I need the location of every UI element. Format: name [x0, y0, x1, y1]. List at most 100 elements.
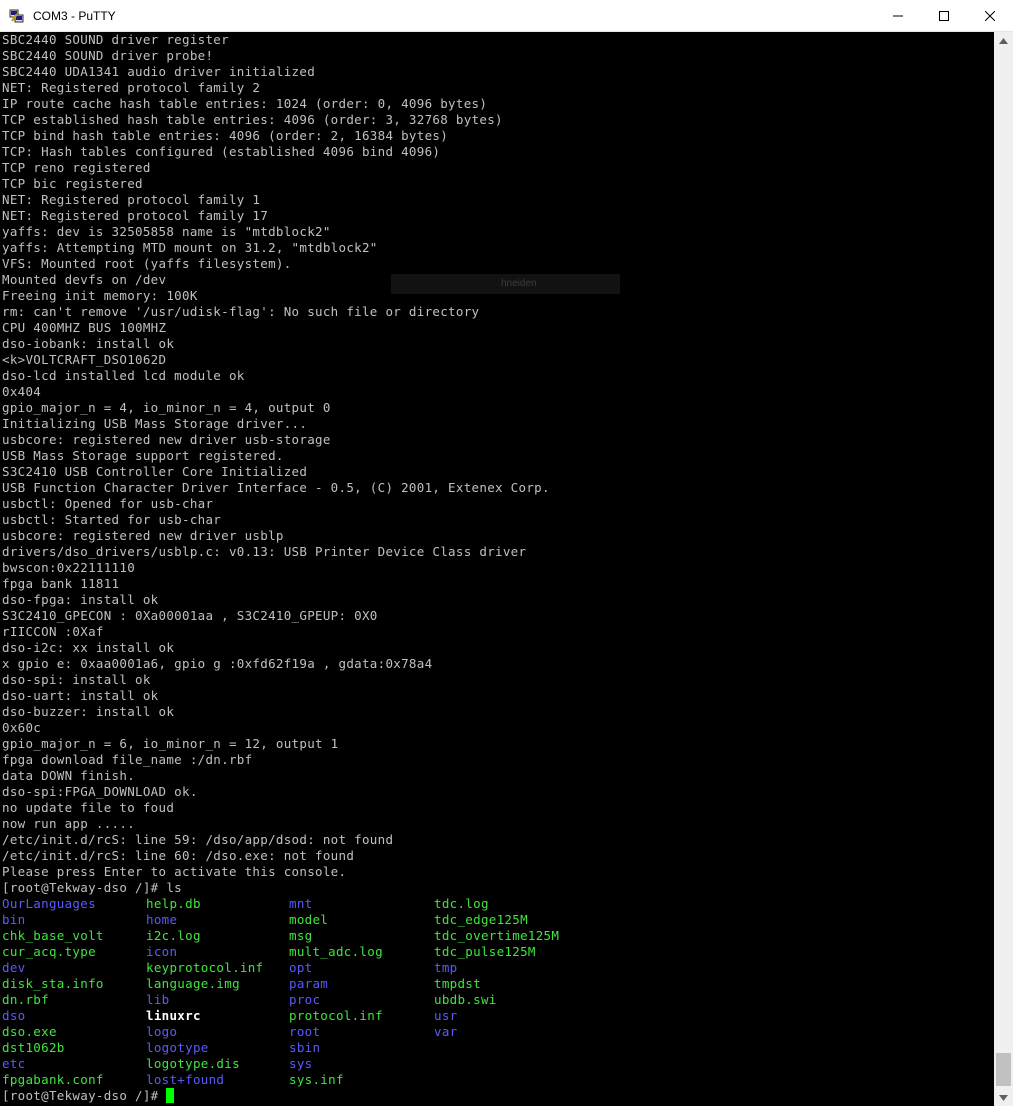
- ls-row: chk_base_volt i2c.log msg tdc_overtime125M: [2, 928, 994, 944]
- terminal-line: Initializing USB Mass Storage driver...: [2, 416, 308, 431]
- ls-entry: tdc_overtime125M: [434, 928, 560, 943]
- terminal-line: dso-fpga: install ok: [2, 592, 159, 607]
- ls-entry: dev: [2, 960, 26, 975]
- arrow-up-icon: [999, 37, 1008, 44]
- terminal-output[interactable]: SBC2440 SOUND driver register SBC2440 SOU…: [2, 32, 994, 1106]
- ls-row: dso linuxrc protocol.inf usr: [2, 1008, 994, 1024]
- maximize-icon: [939, 10, 949, 21]
- ls-entry: logotype: [146, 1040, 209, 1055]
- scroll-down-button[interactable]: [994, 1089, 1013, 1106]
- scroll-thumb[interactable]: [996, 1053, 1011, 1086]
- terminal-line: data DOWN finish.: [2, 768, 136, 783]
- ls-entry: mnt: [289, 896, 313, 911]
- ls-entry: keyprotocol.inf: [146, 960, 264, 975]
- ls-entry: param: [289, 976, 329, 991]
- terminal-line: now run app .....: [2, 816, 136, 831]
- terminal-line: dso-spi:FPGA_DOWNLOAD ok.: [2, 784, 198, 799]
- terminal-line: gpio_major_n = 6, io_minor_n = 12, outpu…: [2, 736, 339, 751]
- terminal-line: usbctl: Opened for usb-char: [2, 496, 214, 511]
- terminal-line: CPU 400MHZ BUS 100MHZ: [2, 320, 167, 335]
- terminal-line: fpga bank 11811: [2, 576, 120, 591]
- terminal-line: SBC2440 UDA1341 audio driver initialized: [2, 64, 316, 79]
- ls-entry: root: [289, 1024, 321, 1039]
- terminal-line: dso-uart: install ok: [2, 688, 159, 703]
- ls-entry: var: [434, 1024, 458, 1039]
- scroll-up-button[interactable]: [994, 32, 1013, 49]
- maximize-button[interactable]: [921, 0, 967, 31]
- ls-row: fpgabank.conf lost+found sys.inf: [2, 1072, 994, 1088]
- terminal-line: dso-lcd installed lcd module ok: [2, 368, 245, 383]
- ls-entry: linuxrc: [146, 1008, 201, 1023]
- terminal-line: TCP established hash table entries: 4096…: [2, 112, 503, 127]
- close-icon: [985, 10, 995, 21]
- ls-row: dn.rbf lib proc ubdb.swi: [2, 992, 994, 1008]
- ls-entry: tdc.log: [434, 896, 489, 911]
- ls-entry: dst1062b: [2, 1040, 65, 1055]
- ls-entry: mult_adc.log: [289, 944, 383, 959]
- ls-entry: logotype.dis: [146, 1056, 240, 1071]
- ls-row: dst1062b logotype sbin: [2, 1040, 994, 1056]
- ls-entry: help.db: [146, 896, 201, 911]
- ls-entry: dso.exe: [2, 1024, 57, 1039]
- terminal-line: <k>VOLTCRAFT_DSO1062D: [2, 352, 167, 367]
- terminal-line: fpga download file_name :/dn.rbf: [2, 752, 253, 767]
- terminal-line: yaffs: Attempting MTD mount on 31.2, "mt…: [2, 240, 378, 255]
- terminal-line: usbcore: registered new driver usblp: [2, 528, 284, 543]
- terminal-line: 0x404: [2, 384, 42, 399]
- terminal-line: Please press Enter to activate this cons…: [2, 864, 347, 879]
- terminal-line: NET: Registered protocol family 2: [2, 80, 261, 95]
- terminal-line: drivers/dso_drivers/usblp.c: v0.13: USB …: [2, 544, 527, 559]
- terminal-line: dso-i2c: xx install ok: [2, 640, 175, 655]
- ls-entry: icon: [146, 944, 178, 959]
- arrow-down-icon: [999, 1094, 1008, 1101]
- ls-entry: sys: [289, 1056, 313, 1071]
- command-prompt-line[interactable]: [root@Tekway-dso /]#: [2, 1088, 994, 1104]
- terminal-line: dso-iobank: install ok: [2, 336, 175, 351]
- ls-entry: lib: [146, 992, 170, 1007]
- ls-entry: cur_acq.type: [2, 944, 96, 959]
- ls-row: disk_sta.info language.img param tmpdst: [2, 976, 994, 992]
- ls-entry: home: [146, 912, 178, 927]
- ls-row: bin home model tdc_edge125M: [2, 912, 994, 928]
- terminal-line: usbcore: registered new driver usb-stora…: [2, 432, 331, 447]
- terminal-line: S3C2410_GPECON : 0Xa00001aa , S3C2410_GP…: [2, 608, 378, 623]
- ls-entry: dn.rbf: [2, 992, 49, 1007]
- terminal-line: no update file to foud: [2, 800, 175, 815]
- ls-entry: tmpdst: [434, 976, 481, 991]
- ls-entry: lost+found: [146, 1072, 225, 1087]
- terminal-line: USB Function Character Driver Interface …: [2, 480, 550, 495]
- ls-entry: dso: [2, 1008, 26, 1023]
- terminal-line: 0x60c: [2, 720, 42, 735]
- terminal-line: dso-buzzer: install ok: [2, 704, 175, 719]
- minimize-button[interactable]: [875, 0, 921, 31]
- terminal-line: NET: Registered protocol family 1: [2, 192, 261, 207]
- ls-entry: OurLanguages: [2, 896, 96, 911]
- terminal-line: SBC2440 SOUND driver probe!: [2, 48, 214, 63]
- vertical-scrollbar[interactable]: [994, 32, 1013, 1106]
- terminal-line: rIICCON :0Xaf: [2, 624, 104, 639]
- terminal-line: IP route cache hash table entries: 1024 …: [2, 96, 488, 111]
- ls-entry: sys.inf: [289, 1072, 344, 1087]
- terminal-line: usbctl: Started for usb-char: [2, 512, 222, 527]
- ls-entry: logo: [146, 1024, 178, 1039]
- ls-row: dso.exe logo root var: [2, 1024, 994, 1040]
- ghost-tooltip: hneiden: [391, 274, 620, 294]
- ls-entry: etc: [2, 1056, 26, 1071]
- ls-entry: ubdb.swi: [434, 992, 497, 1007]
- ls-row: etc logotype.dis sys: [2, 1056, 994, 1072]
- ls-entry: tdc_pulse125M: [434, 944, 536, 959]
- title-bar[interactable]: COM3 - PuTTY: [0, 0, 1013, 32]
- terminal-line: TCP: Hash tables configured (established…: [2, 144, 441, 159]
- ls-entry: proc: [289, 992, 321, 1007]
- terminal-line: dso-spi: install ok: [2, 672, 151, 687]
- close-button[interactable]: [967, 0, 1013, 31]
- shell-prompt: [root@Tekway-dso /]#: [2, 1088, 167, 1103]
- ls-entry: language.img: [146, 976, 240, 991]
- ls-row: dev keyprotocol.inf opt tmp: [2, 960, 994, 976]
- ls-entry: tdc_edge125M: [434, 912, 528, 927]
- terminal-line: yaffs: dev is 32505858 name is "mtdblock…: [2, 224, 331, 239]
- terminal-line: S3C2410 USB Controller Core Initialized: [2, 464, 308, 479]
- ls-entry: usr: [434, 1008, 458, 1023]
- putty-icon[interactable]: [9, 8, 25, 24]
- window-controls: [875, 0, 1013, 31]
